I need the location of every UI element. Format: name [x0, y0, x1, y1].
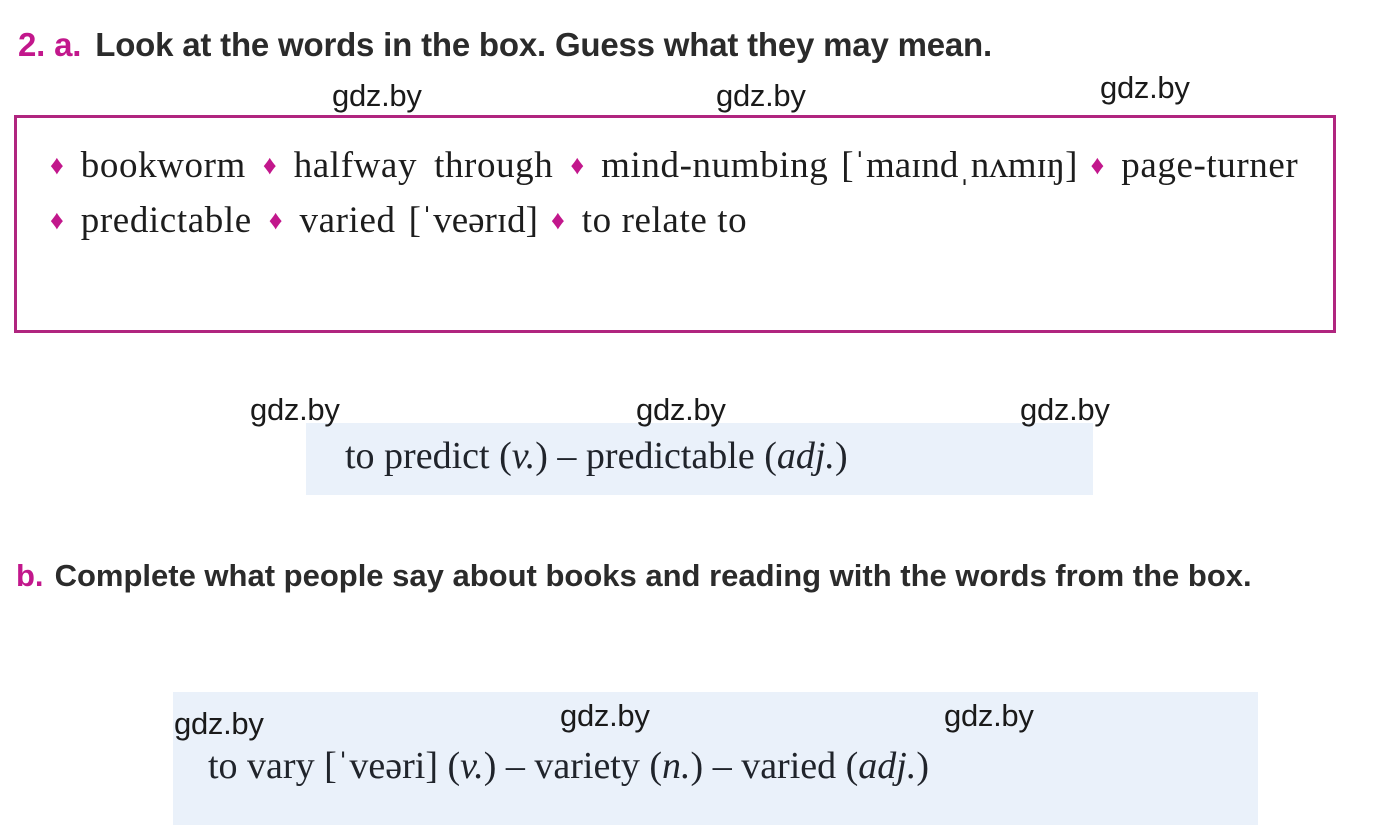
- task-2a-heading: 2. a. Look at the words in the box. Guess …: [18, 25, 1368, 65]
- bullet-diamond-icon: ♦: [50, 150, 64, 180]
- note-predict-segment-2: – predictable: [547, 435, 765, 477]
- exercise-number: 2.: [18, 26, 46, 63]
- note-predict-segment-1: to predict: [345, 435, 500, 477]
- note-vary-pos-2: n.: [662, 745, 691, 787]
- watermark-label: gdz.by: [716, 78, 806, 113]
- watermark-label: gdz.by: [174, 706, 264, 741]
- note-vary-segment-3: – varied: [703, 745, 846, 787]
- note-predict-pos-1: v.: [511, 435, 536, 477]
- watermark-label: gdz.by: [636, 392, 726, 427]
- vocab-word-mind-numbing: mind-numbing: [601, 145, 829, 186]
- vocab-word-predictable: predictable: [80, 200, 252, 241]
- word-formation-note-vary: to vary [ˈveəri] (v.) – variety (n.) – v…: [173, 692, 1258, 825]
- part-a-instruction: Look at the words in the box. Guess what…: [95, 26, 992, 63]
- watermark-label: gdz.by: [250, 392, 340, 427]
- vocab-word-page-turner: page-turner: [1121, 145, 1299, 186]
- vocabulary-word-box: ♦ bookworm ♦ halfway through ♦ mind-numbing [ˈm…: [14, 115, 1336, 333]
- bullet-diamond-icon: ♦: [550, 205, 565, 235]
- note-vary-segment-1: to vary [ˈveəri]: [208, 745, 448, 787]
- vocab-word-to-relate-to: to relate to: [581, 200, 748, 241]
- note-vary-pos-1: v.: [460, 745, 484, 787]
- watermark-label: gdz.by: [944, 698, 1034, 733]
- bullet-diamond-icon: ♦: [268, 205, 283, 235]
- bullet-diamond-icon: ♦: [50, 205, 64, 235]
- note-predict-pos-2: adj.: [776, 435, 835, 477]
- word-formation-note-predict: to predict (v.) – predictable (adj.): [306, 423, 1093, 495]
- bullet-diamond-icon: ♦: [1090, 150, 1105, 180]
- task-2b-heading: b. Complete what people say about books a…: [16, 552, 1354, 600]
- part-b-instruction: Complete what people say about books and…: [54, 558, 1252, 593]
- watermark-label: gdz.by: [560, 698, 650, 733]
- note-vary-segment-2: – variety: [496, 745, 650, 787]
- bullet-diamond-icon: ♦: [570, 150, 585, 180]
- part-b-letter: b.: [16, 558, 44, 593]
- watermark-label: gdz.by: [332, 78, 422, 113]
- vocab-word-halfway: halfway: [293, 145, 418, 186]
- watermark-label: gdz.by: [1100, 70, 1190, 105]
- note-vary-text: to vary [ˈveəri] (v.) – variety (n.) – v…: [208, 745, 930, 787]
- vocab-ipa-mind-numbing: [ˈmaɪndˌnʌmɪŋ]: [841, 145, 1078, 186]
- part-a-letter: a.: [54, 26, 82, 63]
- vocab-word-bookworm: bookworm: [80, 145, 246, 186]
- vocab-word-through: through: [434, 145, 554, 186]
- vocab-word-varied: varied: [299, 200, 396, 241]
- watermark-label: gdz.by: [1020, 392, 1110, 427]
- vocab-ipa-varied: [ˈveərɪd]: [408, 200, 538, 241]
- note-vary-pos-3: adj.: [858, 745, 917, 787]
- note-predict-text: to predict (v.) – predictable (adj.): [345, 435, 848, 477]
- bullet-diamond-icon: ♦: [262, 150, 277, 180]
- worksheet-page: 2. a. Look at the words in the box. Guess …: [0, 0, 1385, 831]
- vocabulary-word-list: ♦ bookworm ♦ halfway through ♦ mind-numbing [ˈm…: [50, 138, 1320, 248]
